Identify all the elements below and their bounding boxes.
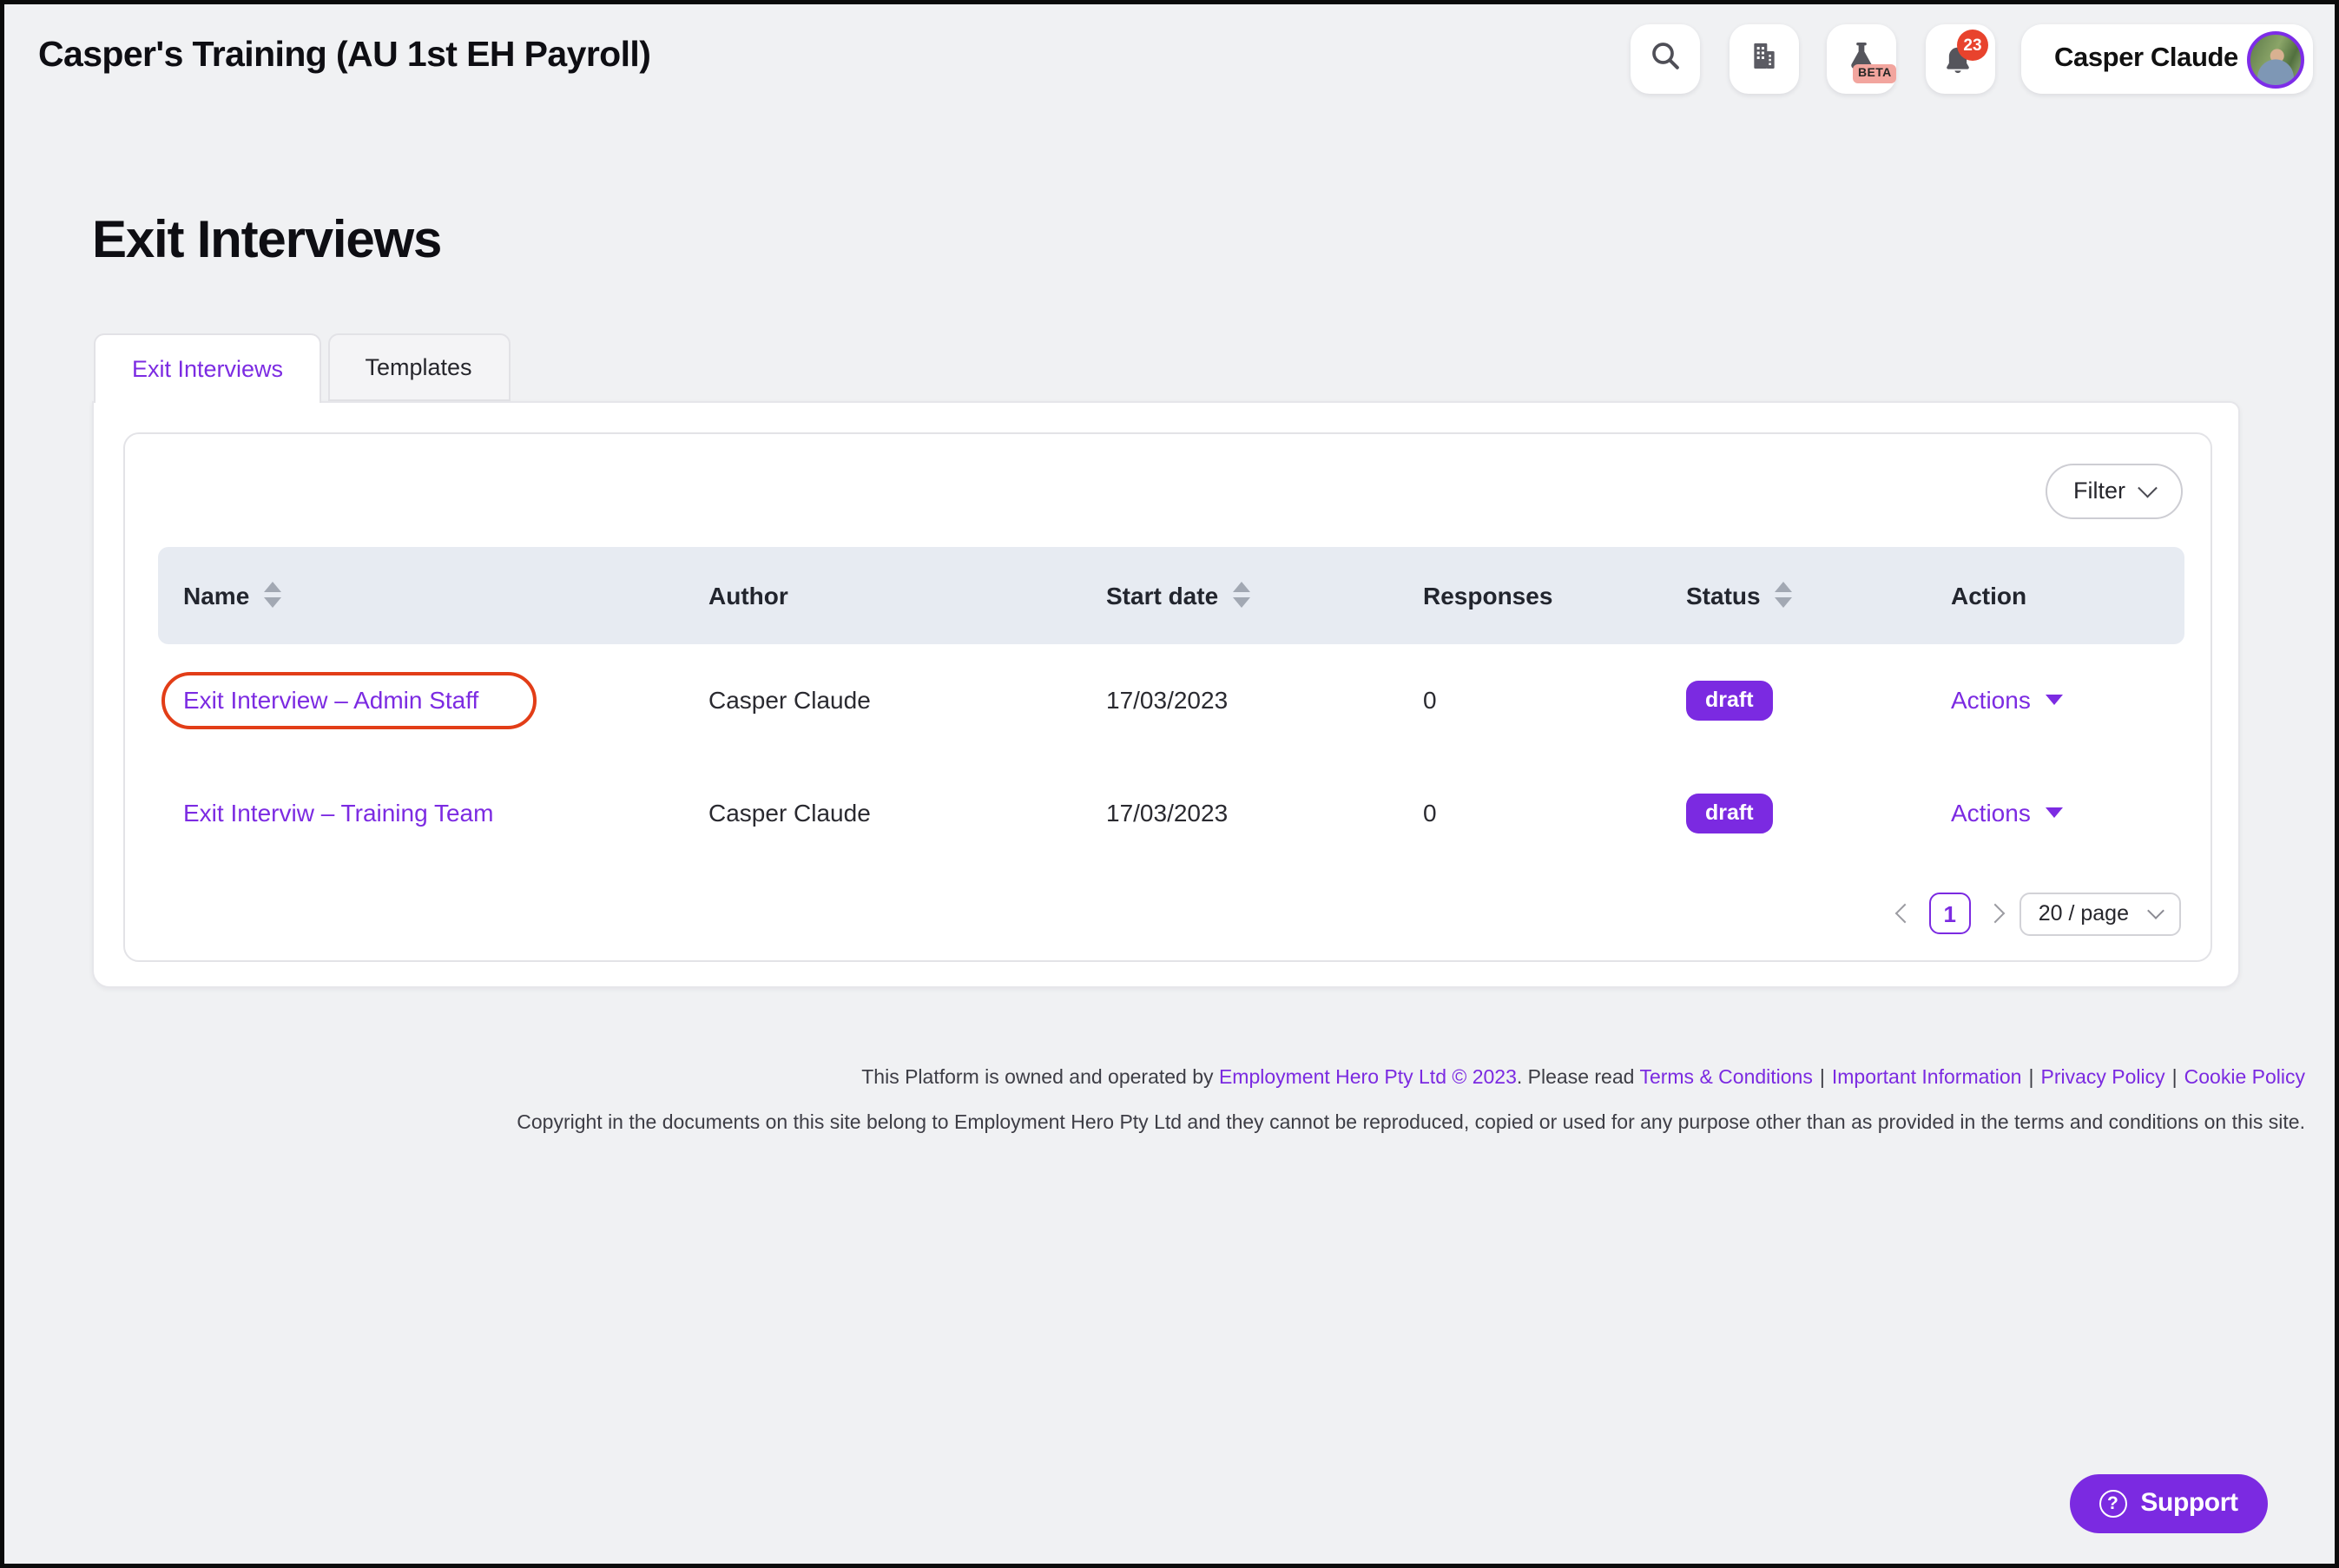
column-label: Status [1686,581,1761,609]
employment-hero-link[interactable]: Employment Hero Pty Ltd © 2023 [1219,1068,1517,1089]
table-row: Exit Interview – Admin Staff Casper Clau… [157,643,2184,756]
cookie-policy-link[interactable]: Cookie Policy [2184,1068,2305,1089]
caret-down-icon [2046,695,2064,705]
actions-label: Actions [1951,686,2031,714]
footer-text: . Please read [1516,1068,1640,1089]
user-profile-button[interactable]: Casper Claude [2021,24,2313,94]
column-label: Responses [1423,581,1553,609]
pagination: 1 20 / page [1894,892,2181,935]
tab-exit-interviews-label: Exit Interviews [131,355,284,382]
filter-label: Filter [2073,478,2125,504]
current-page-button[interactable]: 1 [1928,893,1971,934]
column-header-author: Author [708,581,1106,609]
terms-conditions-link[interactable]: Terms & Conditions [1639,1068,1812,1089]
notifications-button[interactable]: 23 [1926,24,1995,94]
building-icon [1747,37,1782,81]
sort-icon[interactable] [1232,582,1250,608]
table-row: Exit Interviw – Training Team Casper Cla… [157,756,2184,869]
footer-text: This Platform is owned and operated by [861,1068,1219,1089]
next-page-button[interactable] [1985,903,2006,924]
caret-down-icon [2046,807,2064,818]
actions-dropdown[interactable]: Actions [1951,799,2184,827]
sort-icon[interactable] [1774,582,1792,608]
column-header-responses: Responses [1423,581,1686,609]
support-button[interactable]: ? Support [2069,1473,2268,1532]
beta-badge: BETA [1853,64,1897,83]
start-date-cell: 17/03/2023 [1106,799,1229,827]
chevron-down-icon [2138,478,2158,497]
app-window: Casper's Training (AU 1st EH Payroll) BE… [0,0,2339,1568]
organisation-button[interactable] [1730,24,1799,94]
status-badge: draft [1686,680,1773,720]
important-information-link[interactable]: Important Information [1832,1068,2022,1089]
column-header-status[interactable]: Status [1686,581,1951,609]
column-label: Name [183,581,250,609]
chevron-down-icon [2147,902,2164,919]
previous-page-button[interactable] [1894,903,1915,924]
exit-interview-name-link[interactable]: Exit Interview – Admin Staff [183,686,478,714]
sort-icon[interactable] [263,582,281,608]
tab-exit-interviews[interactable]: Exit Interviews [94,333,321,403]
help-icon: ? [2099,1489,2127,1517]
footer-legal-line: This Platform is owned and operated by E… [861,1068,2305,1089]
search-icon [1648,37,1683,81]
filter-button[interactable]: Filter [2046,463,2182,518]
author-cell: Casper Claude [708,799,871,827]
footer-separator: | [2028,1068,2034,1089]
column-header-name[interactable]: Name [183,581,708,609]
column-label: Author [708,581,788,609]
privacy-policy-link[interactable]: Privacy Policy [2041,1068,2165,1089]
column-header-action: Action [1951,581,2184,609]
tab-templates[interactable]: Templates [327,333,510,400]
responses-cell: 0 [1423,799,1437,827]
page-size-select[interactable]: 20 / page [2019,892,2181,935]
column-label: Start date [1106,581,1219,609]
table-header: Name Author Start date Responses Status [157,546,2184,643]
table-card: Filter Name Author Start date Responses [123,432,2211,961]
org-title: Casper's Training (AU 1st EH Payroll) [38,35,651,75]
column-label: Action [1951,581,2027,609]
footer-copyright-line: Copyright in the documents on this site … [517,1113,2305,1134]
footer-separator: | [2171,1068,2178,1089]
tab-panel: Filter Name Author Start date Responses [91,400,2240,988]
search-button[interactable] [1631,24,1700,94]
status-badge: draft [1686,793,1773,833]
notification-count-badge: 23 [1957,30,1988,61]
page-size-value: 20 / page [2038,901,2129,926]
responses-cell: 0 [1423,686,1437,714]
tab-templates-label: Templates [365,353,472,379]
page-title: Exit Interviews [92,212,442,269]
avatar [2247,30,2304,88]
actions-label: Actions [1951,799,2031,827]
column-header-start-date[interactable]: Start date [1106,581,1423,609]
labs-beta-button[interactable]: BETA [1827,24,1897,94]
start-date-cell: 17/03/2023 [1106,686,1229,714]
actions-dropdown[interactable]: Actions [1951,686,2184,714]
support-label: Support [2140,1488,2238,1518]
exit-interview-name-link[interactable]: Exit Interviw – Training Team [183,799,493,827]
footer-separator: | [1819,1068,1825,1089]
author-cell: Casper Claude [708,686,871,714]
user-name: Casper Claude [2054,43,2238,73]
